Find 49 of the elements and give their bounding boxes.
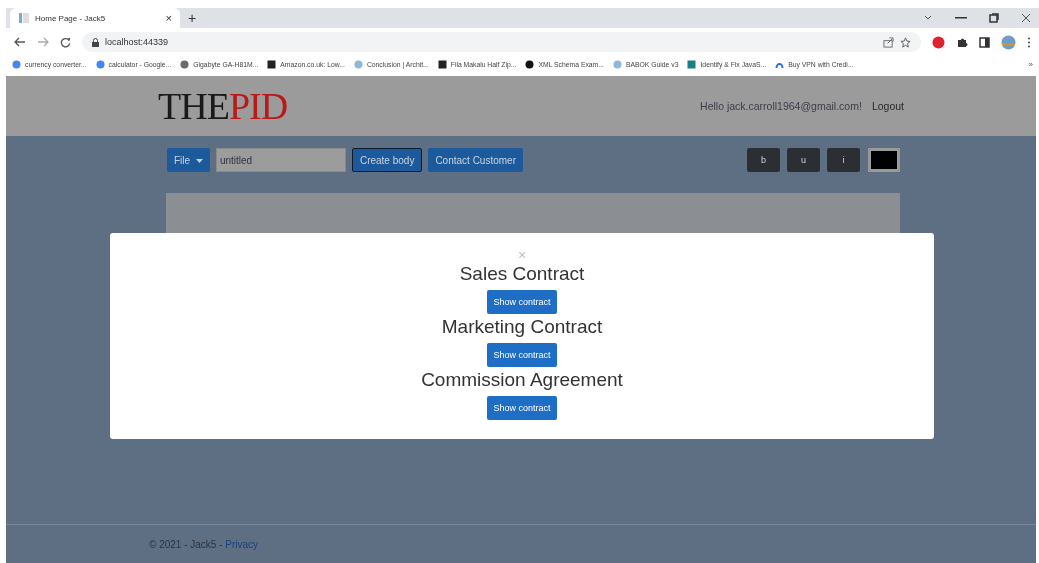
- browser-tab[interactable]: Home Page - Jack5 ×: [10, 8, 180, 28]
- file-menu-button[interactable]: File: [167, 148, 210, 172]
- caret-icon: [195, 158, 203, 163]
- tab-search-icon[interactable]: [923, 14, 933, 22]
- contract-title: Marketing Contract: [441, 315, 603, 339]
- reload-icon[interactable]: [60, 36, 71, 48]
- greeting-text: Hello jack.carroll1964@gmail.com!: [700, 100, 862, 112]
- close-icon[interactable]: [1021, 13, 1031, 23]
- show-contract-button[interactable]: Show contract: [487, 343, 557, 367]
- square-icon: [687, 59, 697, 69]
- create-body-button[interactable]: Create body: [351, 148, 423, 172]
- site-logo[interactable]: THEPID: [158, 84, 288, 128]
- lock-icon: [92, 37, 99, 47]
- format-button[interactable]: u: [787, 148, 820, 172]
- circle-icon: [612, 59, 622, 69]
- contact-customer-button[interactable]: Contact Customer: [428, 148, 523, 172]
- menu-icon[interactable]: [1027, 36, 1031, 48]
- copyright-text: © 2021 - Jack5 -: [149, 538, 224, 550]
- puzzle-icon[interactable]: [956, 36, 968, 48]
- format-button[interactable]: b: [747, 148, 780, 172]
- square-icon: [437, 59, 447, 69]
- show-contract-button[interactable]: Show contract: [487, 396, 557, 420]
- minimize-icon[interactable]: [955, 16, 967, 20]
- new-tab-button[interactable]: +: [188, 10, 197, 26]
- more-bookmarks-button[interactable]: »: [1028, 59, 1033, 69]
- format-button[interactable]: i: [827, 148, 860, 172]
- address-bar[interactable]: localhost:44339: [82, 32, 921, 52]
- close-tab-button[interactable]: ×: [165, 12, 172, 24]
- square-icon: [267, 59, 277, 69]
- contract-title: Sales Contract: [459, 262, 585, 286]
- circle-icon: [525, 59, 535, 69]
- back-icon[interactable]: [14, 37, 26, 47]
- title-field[interactable]: untitled: [215, 148, 346, 172]
- circle-icon: [353, 59, 363, 69]
- page-icon: [18, 12, 30, 24]
- logout-link[interactable]: Logout: [871, 100, 904, 112]
- tab-title: Home Page - Jack5: [35, 13, 107, 23]
- color-picker[interactable]: [868, 148, 900, 172]
- contract-title: Commission Agreement: [421, 368, 623, 392]
- circle-icon: [95, 59, 105, 69]
- star-icon[interactable]: [900, 36, 911, 48]
- circle-icon: [180, 59, 190, 69]
- show-contract-button[interactable]: Show contract: [487, 290, 557, 314]
- avatar-icon[interactable]: [1001, 34, 1016, 50]
- share-icon[interactable]: [883, 36, 894, 48]
- extension-badge-icon[interactable]: [932, 35, 945, 49]
- restore-icon[interactable]: [989, 13, 999, 23]
- circle-icon: [12, 59, 21, 69]
- sidebar-icon[interactable]: [979, 36, 990, 48]
